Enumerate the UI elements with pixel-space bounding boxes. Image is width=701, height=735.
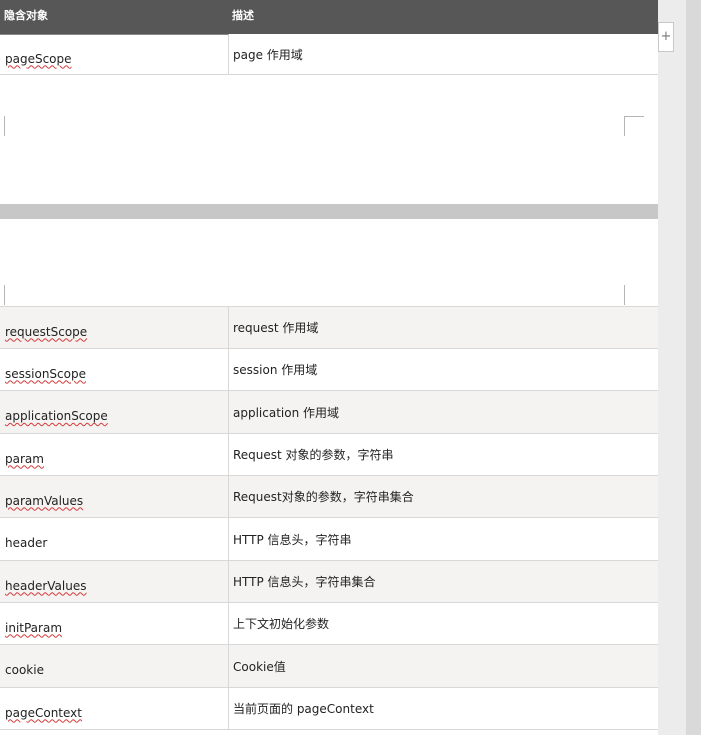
cell-description[interactable]: Cookie值 bbox=[229, 645, 658, 687]
cell-object[interactable]: cookie bbox=[0, 645, 229, 687]
object-name: param bbox=[5, 451, 44, 466]
cell-description[interactable]: 当前页面的 pageContext bbox=[229, 688, 658, 729]
cell-description[interactable]: HTTP 信息头，字符串 bbox=[229, 518, 658, 560]
object-description: HTTP 信息头，字符串集合 bbox=[233, 575, 376, 589]
table-header: 隐含对象 描述 bbox=[0, 0, 658, 34]
table-row: param Request 对象的参数，字符串 bbox=[0, 434, 658, 476]
document-page-1: 隐含对象 描述 pageScope page 作用域 bbox=[0, 0, 658, 204]
cell-description[interactable]: HTTP 信息头，字符串集合 bbox=[229, 561, 658, 602]
table-row: requestScope request 作用域 bbox=[0, 306, 658, 349]
table-row: applicationScope application 作用域 bbox=[0, 391, 658, 434]
margin-mark bbox=[624, 116, 625, 136]
cell-object[interactable]: sessionScope bbox=[0, 349, 229, 390]
object-description: page 作用域 bbox=[233, 47, 303, 62]
object-description: Request 对象的参数，字符串 bbox=[233, 448, 394, 462]
margin-mark bbox=[624, 285, 625, 305]
cell-object[interactable]: applicationScope bbox=[0, 391, 229, 433]
table-row: headerValues HTTP 信息头，字符串集合 bbox=[0, 561, 658, 603]
table-row: pageContext 当前页面的 pageContext bbox=[0, 688, 658, 730]
cell-object[interactable]: requestScope bbox=[0, 307, 229, 348]
header-description: 描述 bbox=[232, 9, 254, 22]
add-column-button[interactable]: + bbox=[658, 22, 674, 52]
object-description: HTTP 信息头，字符串 bbox=[233, 532, 352, 547]
object-name: pageContext bbox=[5, 705, 82, 720]
table-row: initParam 上下文初始化参数 bbox=[0, 603, 658, 645]
cell-description[interactable]: Request 对象的参数，字符串 bbox=[229, 434, 658, 475]
object-description: request 作用域 bbox=[233, 321, 319, 335]
cell-object[interactable]: paramValues bbox=[0, 476, 229, 517]
object-name: header bbox=[5, 536, 48, 550]
object-description: 当前页面的 pageContext bbox=[233, 702, 374, 716]
object-description: Request对象的参数，字符串集合 bbox=[233, 490, 414, 504]
table-row: pageScope page 作用域 bbox=[0, 34, 658, 75]
cell-object[interactable]: initParam bbox=[0, 603, 229, 644]
scrollbar[interactable] bbox=[686, 0, 701, 735]
cell-description[interactable]: 上下文初始化参数 bbox=[229, 603, 658, 644]
page-break bbox=[0, 204, 658, 219]
object-description: application 作用域 bbox=[233, 405, 340, 420]
object-description: Cookie值 bbox=[233, 659, 286, 674]
table-row: sessionScope session 作用域 bbox=[0, 349, 658, 391]
object-name: headerValues bbox=[5, 578, 87, 593]
cell-object[interactable]: headerValues bbox=[0, 561, 229, 602]
margin-mark bbox=[4, 116, 5, 136]
object-description: session 作用域 bbox=[233, 363, 318, 377]
cell-description[interactable]: request 作用域 bbox=[229, 307, 658, 348]
object-name: cookie bbox=[5, 663, 44, 677]
cell-description[interactable]: application 作用域 bbox=[229, 391, 658, 433]
margin-mark bbox=[624, 116, 644, 117]
margin-mark bbox=[4, 285, 5, 305]
table-row: paramValues Request对象的参数，字符串集合 bbox=[0, 476, 658, 518]
object-name: initParam bbox=[5, 620, 63, 635]
object-name: pageScope bbox=[5, 51, 72, 66]
object-name: paramValues bbox=[5, 493, 84, 508]
header-implicit-object: 隐含对象 bbox=[4, 9, 48, 22]
table-row: header HTTP 信息头，字符串 bbox=[0, 518, 658, 561]
cell-object[interactable]: param bbox=[0, 434, 229, 475]
cell-description[interactable]: session 作用域 bbox=[229, 349, 658, 390]
cell-description[interactable]: page 作用域 bbox=[229, 34, 658, 74]
object-description: 上下文初始化参数 bbox=[233, 617, 330, 631]
object-name: requestScope bbox=[5, 324, 88, 339]
cell-object[interactable]: pageScope bbox=[0, 34, 229, 74]
cell-description[interactable]: Request对象的参数，字符串集合 bbox=[229, 476, 658, 517]
cell-object[interactable]: pageContext bbox=[0, 688, 229, 729]
cell-object[interactable]: header bbox=[0, 518, 229, 560]
table-row: cookie Cookie值 bbox=[0, 645, 658, 688]
object-name: sessionScope bbox=[5, 366, 86, 381]
object-name: applicationScope bbox=[5, 409, 108, 423]
